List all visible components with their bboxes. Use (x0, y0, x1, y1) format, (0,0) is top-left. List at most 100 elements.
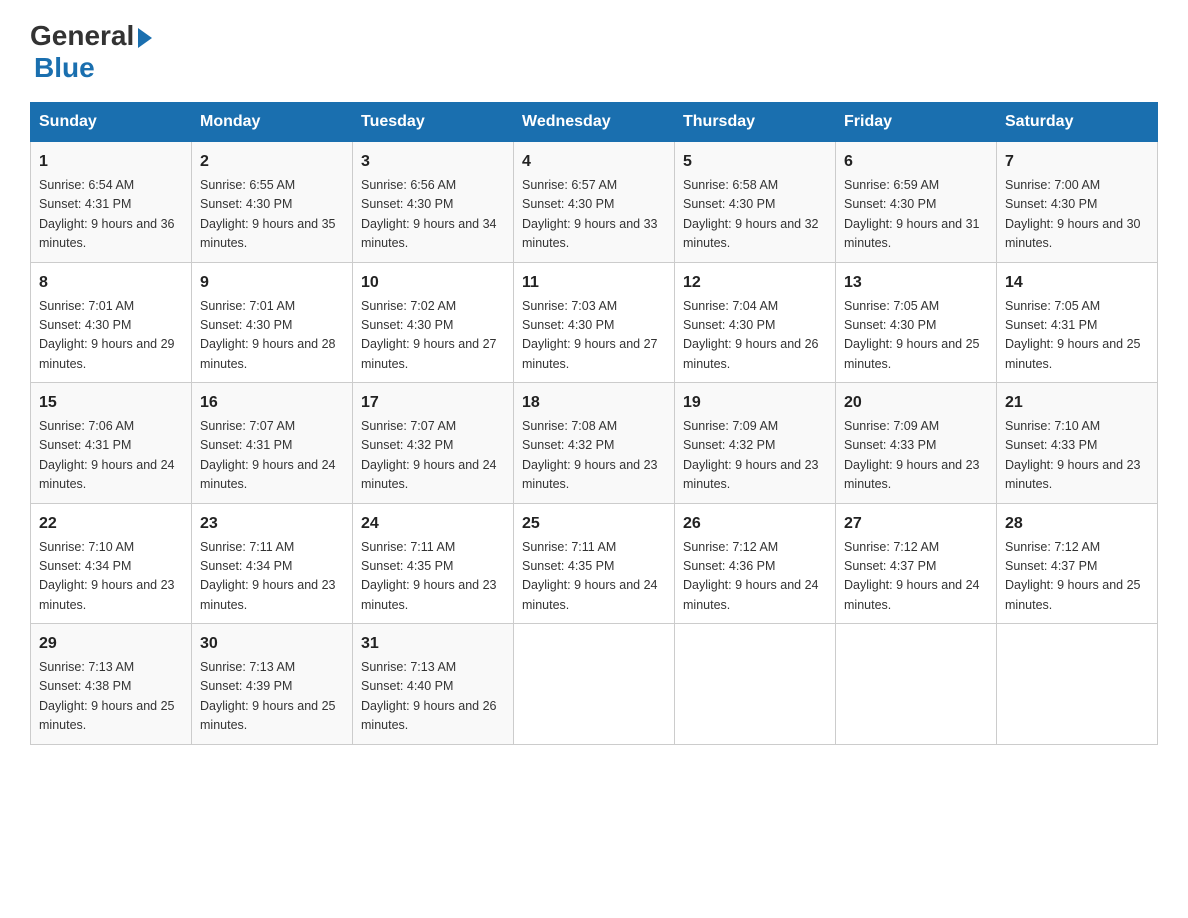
day-number: 20 (844, 391, 988, 415)
day-info: Sunrise: 7:02 AMSunset: 4:30 PMDaylight:… (361, 297, 505, 375)
day-info: Sunrise: 7:10 AMSunset: 4:33 PMDaylight:… (1005, 417, 1149, 495)
day-info: Sunrise: 7:11 AMSunset: 4:34 PMDaylight:… (200, 538, 344, 616)
calendar-cell: 21 Sunrise: 7:10 AMSunset: 4:33 PMDaylig… (997, 383, 1158, 504)
day-info: Sunrise: 7:12 AMSunset: 4:37 PMDaylight:… (1005, 538, 1149, 616)
day-info: Sunrise: 7:11 AMSunset: 4:35 PMDaylight:… (522, 538, 666, 616)
day-info: Sunrise: 7:07 AMSunset: 4:31 PMDaylight:… (200, 417, 344, 495)
calendar-header-row: SundayMondayTuesdayWednesdayThursdayFrid… (31, 103, 1158, 142)
day-number: 5 (683, 150, 827, 174)
col-header-tuesday: Tuesday (353, 103, 514, 142)
logo-blue-text: Blue (34, 52, 95, 84)
day-number: 31 (361, 632, 505, 656)
calendar-cell: 11 Sunrise: 7:03 AMSunset: 4:30 PMDaylig… (514, 262, 675, 383)
col-header-thursday: Thursday (675, 103, 836, 142)
calendar-cell: 23 Sunrise: 7:11 AMSunset: 4:34 PMDaylig… (192, 503, 353, 624)
day-number: 19 (683, 391, 827, 415)
day-info: Sunrise: 6:54 AMSunset: 4:31 PMDaylight:… (39, 176, 183, 254)
day-number: 30 (200, 632, 344, 656)
day-info: Sunrise: 7:01 AMSunset: 4:30 PMDaylight:… (39, 297, 183, 375)
day-info: Sunrise: 6:58 AMSunset: 4:30 PMDaylight:… (683, 176, 827, 254)
calendar-cell: 22 Sunrise: 7:10 AMSunset: 4:34 PMDaylig… (31, 503, 192, 624)
logo-general-text: General (30, 20, 134, 52)
calendar-cell: 27 Sunrise: 7:12 AMSunset: 4:37 PMDaylig… (836, 503, 997, 624)
day-number: 14 (1005, 271, 1149, 295)
calendar-cell: 5 Sunrise: 6:58 AMSunset: 4:30 PMDayligh… (675, 142, 836, 263)
day-info: Sunrise: 7:00 AMSunset: 4:30 PMDaylight:… (1005, 176, 1149, 254)
calendar-cell: 28 Sunrise: 7:12 AMSunset: 4:37 PMDaylig… (997, 503, 1158, 624)
day-number: 22 (39, 512, 183, 536)
calendar-cell: 2 Sunrise: 6:55 AMSunset: 4:30 PMDayligh… (192, 142, 353, 263)
calendar-cell: 9 Sunrise: 7:01 AMSunset: 4:30 PMDayligh… (192, 262, 353, 383)
day-info: Sunrise: 6:56 AMSunset: 4:30 PMDaylight:… (361, 176, 505, 254)
day-number: 3 (361, 150, 505, 174)
calendar-week-row: 8 Sunrise: 7:01 AMSunset: 4:30 PMDayligh… (31, 262, 1158, 383)
day-number: 11 (522, 271, 666, 295)
day-info: Sunrise: 7:06 AMSunset: 4:31 PMDaylight:… (39, 417, 183, 495)
day-number: 4 (522, 150, 666, 174)
day-number: 12 (683, 271, 827, 295)
calendar-cell: 4 Sunrise: 6:57 AMSunset: 4:30 PMDayligh… (514, 142, 675, 263)
col-header-friday: Friday (836, 103, 997, 142)
page-header: General Blue (30, 20, 1158, 84)
day-number: 17 (361, 391, 505, 415)
day-number: 13 (844, 271, 988, 295)
day-number: 25 (522, 512, 666, 536)
calendar-cell: 19 Sunrise: 7:09 AMSunset: 4:32 PMDaylig… (675, 383, 836, 504)
col-header-saturday: Saturday (997, 103, 1158, 142)
calendar-cell: 10 Sunrise: 7:02 AMSunset: 4:30 PMDaylig… (353, 262, 514, 383)
day-info: Sunrise: 7:07 AMSunset: 4:32 PMDaylight:… (361, 417, 505, 495)
day-number: 10 (361, 271, 505, 295)
day-number: 29 (39, 632, 183, 656)
calendar-cell: 12 Sunrise: 7:04 AMSunset: 4:30 PMDaylig… (675, 262, 836, 383)
day-info: Sunrise: 7:12 AMSunset: 4:36 PMDaylight:… (683, 538, 827, 616)
day-number: 26 (683, 512, 827, 536)
col-header-wednesday: Wednesday (514, 103, 675, 142)
day-number: 27 (844, 512, 988, 536)
calendar-week-row: 29 Sunrise: 7:13 AMSunset: 4:38 PMDaylig… (31, 624, 1158, 745)
day-info: Sunrise: 7:13 AMSunset: 4:40 PMDaylight:… (361, 658, 505, 736)
calendar-cell: 17 Sunrise: 7:07 AMSunset: 4:32 PMDaylig… (353, 383, 514, 504)
calendar-cell (514, 624, 675, 745)
calendar-cell: 8 Sunrise: 7:01 AMSunset: 4:30 PMDayligh… (31, 262, 192, 383)
day-info: Sunrise: 7:04 AMSunset: 4:30 PMDaylight:… (683, 297, 827, 375)
calendar-cell (836, 624, 997, 745)
calendar-cell: 14 Sunrise: 7:05 AMSunset: 4:31 PMDaylig… (997, 262, 1158, 383)
calendar-cell: 13 Sunrise: 7:05 AMSunset: 4:30 PMDaylig… (836, 262, 997, 383)
calendar-cell (675, 624, 836, 745)
calendar-cell: 6 Sunrise: 6:59 AMSunset: 4:30 PMDayligh… (836, 142, 997, 263)
day-number: 1 (39, 150, 183, 174)
day-info: Sunrise: 7:11 AMSunset: 4:35 PMDaylight:… (361, 538, 505, 616)
day-info: Sunrise: 7:03 AMSunset: 4:30 PMDaylight:… (522, 297, 666, 375)
calendar-cell (997, 624, 1158, 745)
calendar-cell: 1 Sunrise: 6:54 AMSunset: 4:31 PMDayligh… (31, 142, 192, 263)
day-number: 7 (1005, 150, 1149, 174)
calendar-cell: 3 Sunrise: 6:56 AMSunset: 4:30 PMDayligh… (353, 142, 514, 263)
calendar-cell: 31 Sunrise: 7:13 AMSunset: 4:40 PMDaylig… (353, 624, 514, 745)
calendar-cell: 30 Sunrise: 7:13 AMSunset: 4:39 PMDaylig… (192, 624, 353, 745)
logo: General Blue (30, 20, 152, 84)
day-number: 8 (39, 271, 183, 295)
day-number: 28 (1005, 512, 1149, 536)
day-info: Sunrise: 6:59 AMSunset: 4:30 PMDaylight:… (844, 176, 988, 254)
calendar-cell: 25 Sunrise: 7:11 AMSunset: 4:35 PMDaylig… (514, 503, 675, 624)
calendar-cell: 24 Sunrise: 7:11 AMSunset: 4:35 PMDaylig… (353, 503, 514, 624)
calendar-week-row: 1 Sunrise: 6:54 AMSunset: 4:31 PMDayligh… (31, 142, 1158, 263)
calendar-cell: 15 Sunrise: 7:06 AMSunset: 4:31 PMDaylig… (31, 383, 192, 504)
day-info: Sunrise: 7:10 AMSunset: 4:34 PMDaylight:… (39, 538, 183, 616)
calendar-cell: 7 Sunrise: 7:00 AMSunset: 4:30 PMDayligh… (997, 142, 1158, 263)
day-info: Sunrise: 6:55 AMSunset: 4:30 PMDaylight:… (200, 176, 344, 254)
day-number: 24 (361, 512, 505, 536)
day-info: Sunrise: 7:13 AMSunset: 4:38 PMDaylight:… (39, 658, 183, 736)
day-info: Sunrise: 7:13 AMSunset: 4:39 PMDaylight:… (200, 658, 344, 736)
day-info: Sunrise: 7:09 AMSunset: 4:32 PMDaylight:… (683, 417, 827, 495)
calendar-cell: 29 Sunrise: 7:13 AMSunset: 4:38 PMDaylig… (31, 624, 192, 745)
day-number: 18 (522, 391, 666, 415)
calendar-cell: 16 Sunrise: 7:07 AMSunset: 4:31 PMDaylig… (192, 383, 353, 504)
day-info: Sunrise: 6:57 AMSunset: 4:30 PMDaylight:… (522, 176, 666, 254)
col-header-sunday: Sunday (31, 103, 192, 142)
calendar-table: SundayMondayTuesdayWednesdayThursdayFrid… (30, 102, 1158, 745)
day-number: 23 (200, 512, 344, 536)
calendar-week-row: 15 Sunrise: 7:06 AMSunset: 4:31 PMDaylig… (31, 383, 1158, 504)
day-number: 21 (1005, 391, 1149, 415)
calendar-cell: 20 Sunrise: 7:09 AMSunset: 4:33 PMDaylig… (836, 383, 997, 504)
